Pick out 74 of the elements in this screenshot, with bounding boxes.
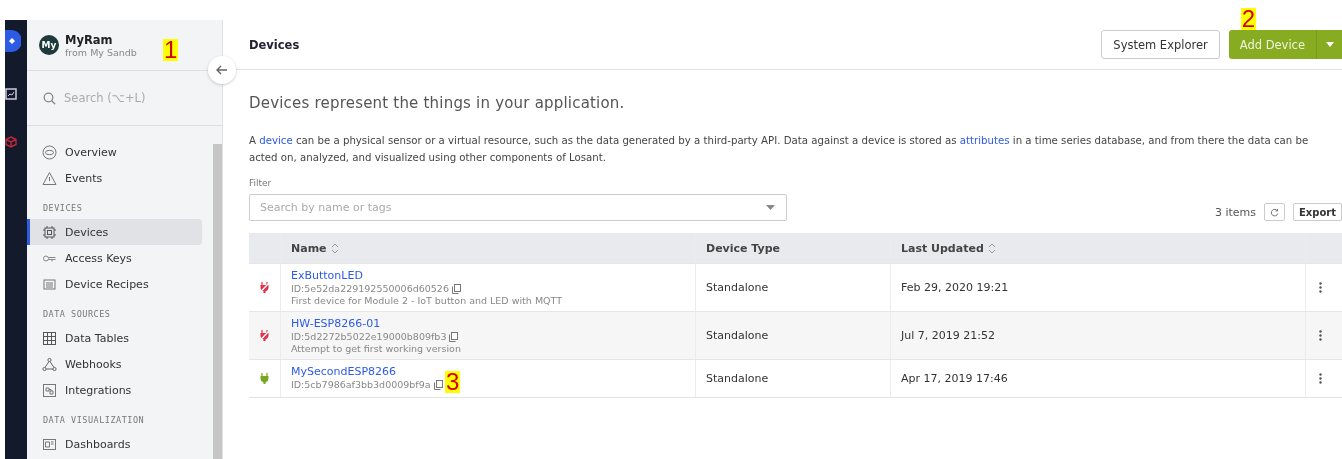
scrollbar[interactable] bbox=[213, 144, 222, 459]
nav-item[interactable]: Device Recipes bbox=[27, 271, 202, 297]
export-button[interactable]: Export bbox=[1292, 203, 1342, 221]
column-header: Device Type bbox=[706, 241, 781, 255]
dropdown-button[interactable] bbox=[1316, 30, 1342, 59]
device-name-link[interactable]: ExButtonLED bbox=[291, 269, 363, 282]
cube-icon[interactable] bbox=[5, 136, 17, 148]
sort-icon[interactable] bbox=[330, 242, 339, 254]
table-cell: Feb 29, 2020 19:21 bbox=[901, 281, 1009, 294]
nav-item[interactable]: Events bbox=[27, 165, 202, 191]
search-field[interactable]: Search (⌥+L) bbox=[64, 91, 204, 105]
intro-paragraph: A device can be a physical sensor or a virtual resource, such as the data generated by a third-party API. Data against a device is stored as attributes in a time series database, and from there the data can be acted on, analyzed, and visualized using other components of Losant. bbox=[249, 134, 1310, 165]
nav-item[interactable]: Dashboards bbox=[27, 431, 202, 457]
org-avatar: My bbox=[39, 35, 59, 55]
filter-label: Filter bbox=[249, 178, 273, 188]
search-icon bbox=[43, 91, 56, 105]
copy-icon[interactable] bbox=[449, 331, 459, 342]
device-id: ID:5cb7986af3bb3d0009bf9a bbox=[291, 379, 431, 390]
copy-icon[interactable] bbox=[433, 379, 443, 390]
column-header[interactable]: Last Updated bbox=[901, 241, 996, 255]
device-name-link[interactable]: HW-ESP8266-01 bbox=[291, 317, 381, 330]
inline-link[interactable]: attributes bbox=[959, 135, 1010, 146]
table-cell: Standalone bbox=[706, 329, 769, 342]
column-header[interactable]: Name bbox=[291, 241, 339, 255]
caret-icon[interactable] bbox=[766, 205, 775, 210]
nav-item[interactable]: Devices bbox=[27, 219, 202, 245]
page-title: Devices bbox=[249, 37, 300, 52]
callout-number: 3 bbox=[445, 371, 461, 393]
device-name-link[interactable]: MySecondESP8266 bbox=[291, 365, 397, 378]
table-cell: Apr 17, 2019 17:46 bbox=[901, 372, 1008, 385]
chip-icon bbox=[42, 224, 57, 240]
integration-icon bbox=[42, 382, 57, 398]
nav-item[interactable]: Overview bbox=[27, 139, 202, 165]
inline-link[interactable]: device bbox=[259, 135, 293, 146]
callout-number: 2 bbox=[1240, 8, 1257, 30]
nav-item[interactable]: Integrations bbox=[27, 377, 202, 403]
sort-icon[interactable] bbox=[987, 242, 996, 254]
table-cell: Jul 7, 2019 21:52 bbox=[901, 329, 995, 342]
section-heading: DATA SOURCES bbox=[42, 308, 112, 321]
more-icon[interactable] bbox=[1319, 373, 1322, 384]
refresh-icon bbox=[1269, 207, 1279, 217]
system-explorer-button[interactable]: System Explorer bbox=[1101, 30, 1220, 59]
table-cell: Standalone bbox=[706, 281, 769, 294]
device-id: ID:5d2272b5022e19000b809fb3 bbox=[291, 331, 447, 342]
back-button[interactable] bbox=[208, 56, 236, 84]
warning-icon bbox=[42, 170, 57, 186]
dashboard-icon bbox=[42, 436, 57, 452]
caret-icon bbox=[1325, 42, 1334, 47]
section-heading: DEVICES bbox=[42, 202, 84, 215]
intro-heading: Devices represent the things in your application. bbox=[249, 94, 626, 112]
refresh-button[interactable] bbox=[1263, 203, 1285, 221]
table-icon bbox=[42, 330, 57, 346]
more-icon[interactable] bbox=[1319, 330, 1322, 341]
nav-item[interactable]: Access Keys bbox=[27, 245, 202, 271]
logo-icon[interactable] bbox=[5, 30, 21, 52]
device-id: ID:5e52da229192550006d60526 bbox=[291, 283, 449, 294]
org-name: MyRam bbox=[65, 32, 114, 47]
recipe-icon bbox=[42, 276, 57, 292]
org-subtitle: from My Sandb bbox=[65, 46, 137, 58]
device-description: First device for Module 2 - IoT button and LED with MQTT bbox=[291, 295, 562, 306]
callout-number: 1 bbox=[163, 39, 179, 61]
dashboard-icon[interactable] bbox=[5, 88, 17, 100]
copy-icon[interactable] bbox=[451, 283, 461, 294]
back-arrow-icon bbox=[216, 65, 228, 75]
webhook-icon bbox=[42, 356, 57, 372]
table-cell: Standalone bbox=[706, 372, 769, 385]
more-icon[interactable] bbox=[1319, 282, 1322, 293]
section-heading: DATA VISUALIZATION bbox=[42, 414, 146, 427]
device-description: Attempt to get first working version bbox=[291, 343, 461, 354]
nav-item[interactable]: Data Tables bbox=[27, 325, 202, 351]
item-count: 3 items bbox=[1214, 205, 1256, 219]
nav-item[interactable]: Webhooks bbox=[27, 351, 202, 377]
eye-icon bbox=[42, 144, 57, 160]
filter-dropdown[interactable]: Search by name or tags bbox=[249, 194, 787, 221]
